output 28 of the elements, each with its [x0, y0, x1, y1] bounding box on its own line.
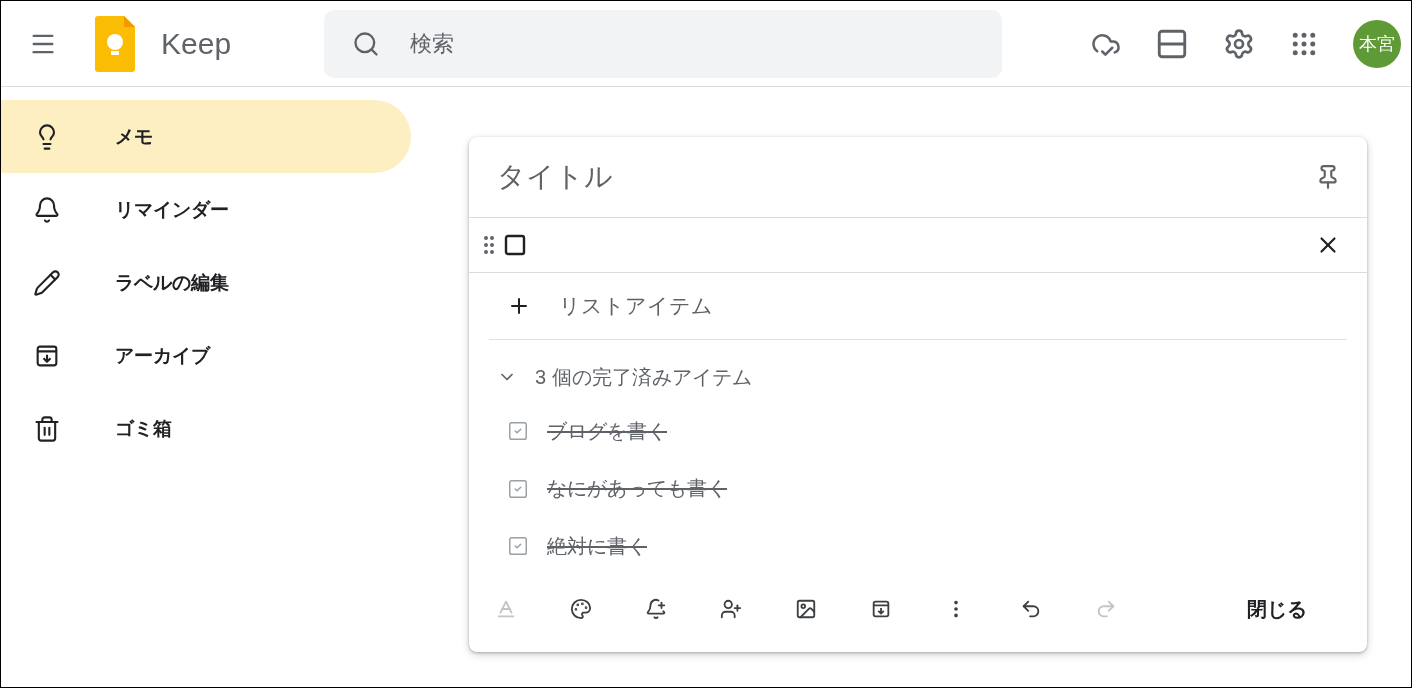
search-icon [352, 29, 381, 58]
bell-icon [33, 195, 61, 224]
image-icon[interactable] [795, 598, 817, 621]
keep-logo-icon [95, 15, 135, 72]
close-button[interactable]: 閉じる [1223, 587, 1331, 631]
person-add-icon[interactable] [720, 598, 742, 621]
sidebar-item[interactable]: アーカイブ [1, 319, 411, 392]
add-list-item-button[interactable]: リストアイテム [469, 273, 1367, 339]
completed-items-toggle[interactable]: 3 個の完了済みアイテム [469, 339, 1367, 415]
list-item-text: 絶対に書く [547, 533, 647, 559]
sidebar-item[interactable]: リマインダー [1, 173, 411, 246]
sidebar-item[interactable]: ラベルの編集 [1, 246, 411, 319]
list-item-text: ブログを書く [547, 418, 667, 444]
sidebar-item[interactable]: ゴミ箱 [1, 392, 411, 465]
palette-icon[interactable] [570, 598, 592, 621]
checkbox[interactable] [507, 477, 529, 500]
search-field[interactable]: 検索 [408, 29, 1003, 58]
list-item-text: なにがあっても書く [547, 476, 727, 502]
checkbox[interactable] [503, 233, 527, 258]
sidebar-item[interactable]: メモ [1, 100, 411, 173]
settings-icon[interactable] [1223, 27, 1255, 60]
checkbox[interactable] [507, 420, 529, 443]
pencil-icon [33, 268, 61, 297]
checkbox[interactable] [507, 535, 529, 558]
search-bar[interactable]: 検索 [324, 9, 1003, 78]
app-name: Keep [161, 26, 232, 61]
bell-plus-icon[interactable] [645, 598, 667, 621]
trash-icon [33, 414, 61, 443]
